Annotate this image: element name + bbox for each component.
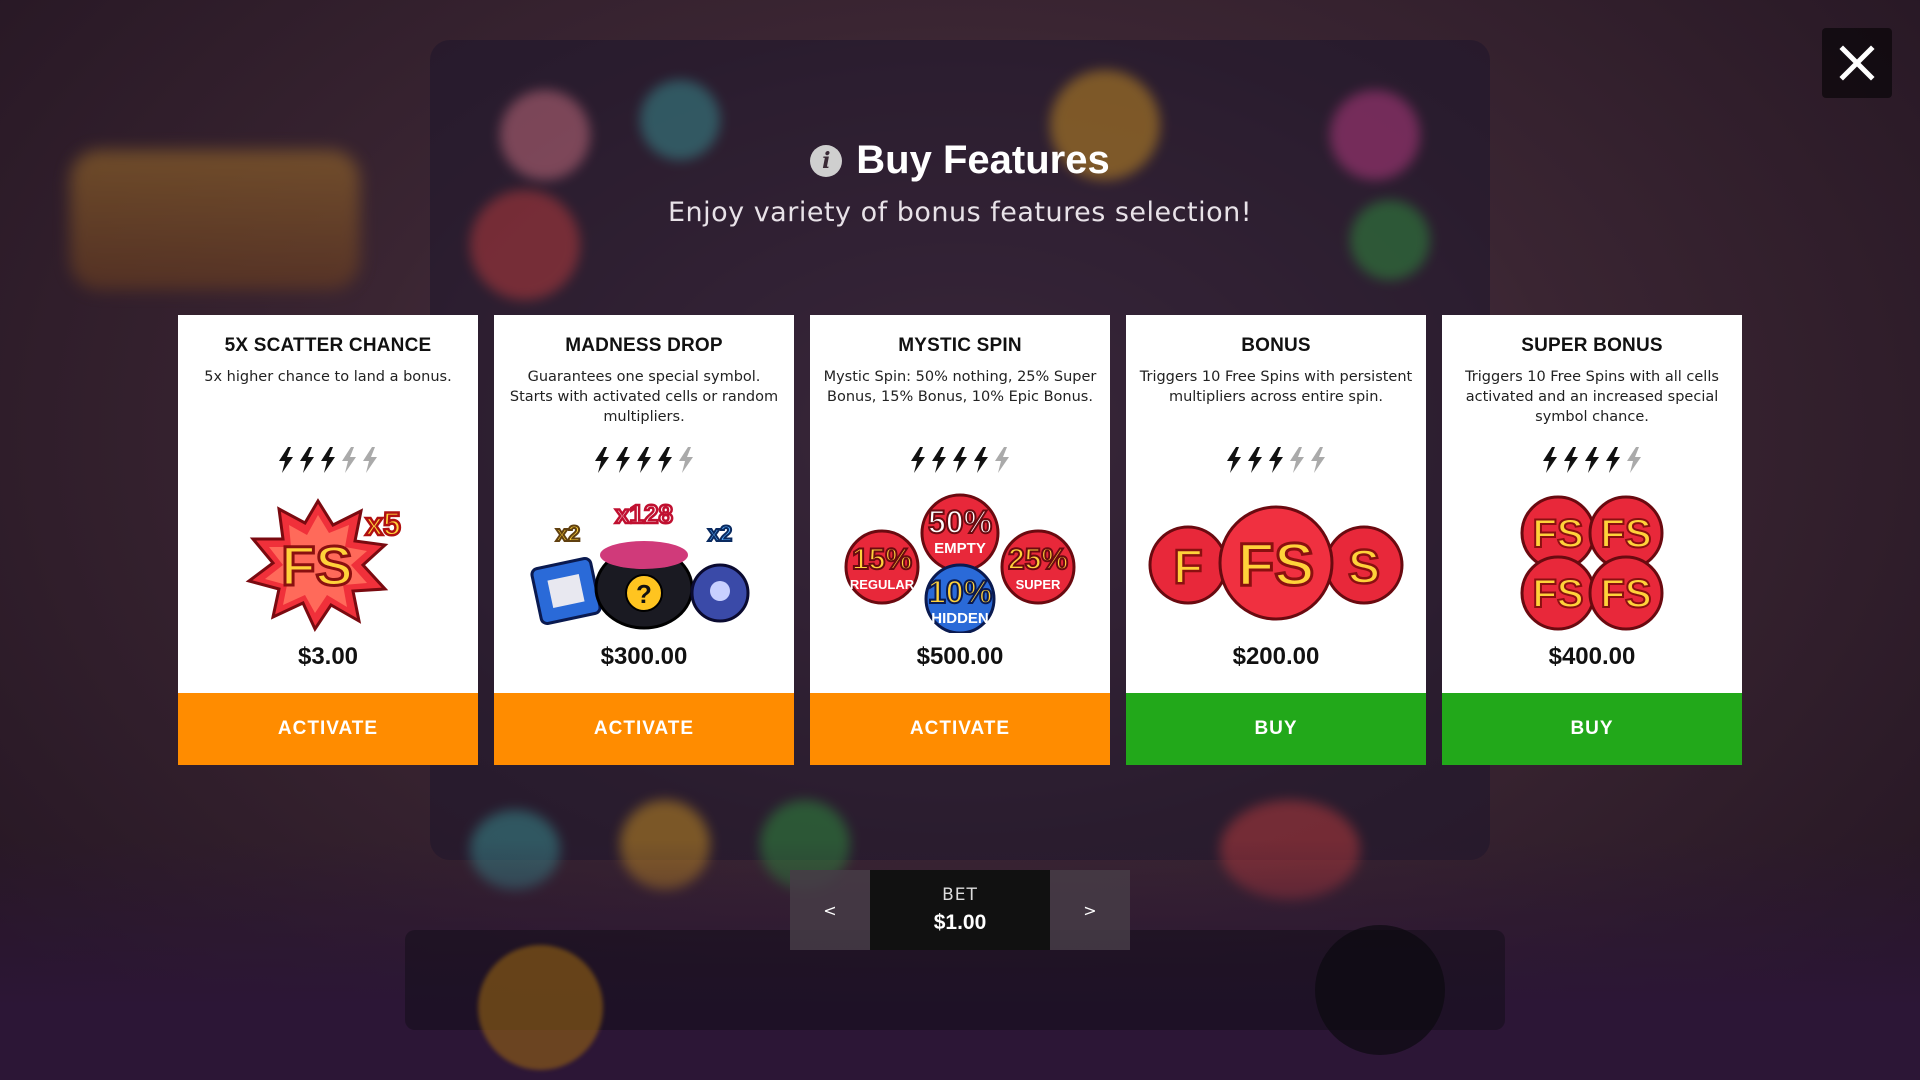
art-right-pct: 25%: [1008, 543, 1068, 576]
card-title: SUPER BONUS: [1521, 335, 1663, 356]
buy-button[interactable]: BUY: [1442, 693, 1742, 765]
lightning-bolt-icon-empty: [1290, 447, 1304, 473]
lightning-bolt-icon-filled: [637, 447, 651, 473]
info-icon[interactable]: i: [810, 144, 843, 177]
bet-increase-button[interactable]: >: [1050, 870, 1130, 950]
art-right-text: S: [1348, 541, 1380, 594]
art-badge-top: x128: [615, 499, 673, 529]
close-button[interactable]: [1822, 28, 1892, 98]
feature-art-super-bonus: FS FS FS FS: [1442, 493, 1742, 633]
feature-card-super-bonus: SUPER BONUS Triggers 10 Free Spins with …: [1442, 315, 1742, 765]
card-title: BONUS: [1241, 335, 1311, 356]
lightning-bolt-icon-filled: [1564, 447, 1578, 473]
lightning-bolt-icon-empty: [1311, 447, 1325, 473]
feature-card-mystic-spin: MYSTIC SPIN Mystic Spin: 50% nothing, 25…: [810, 315, 1110, 765]
lightning-bolt-icon-empty: [679, 447, 693, 473]
volatility-rating: [190, 447, 466, 473]
feature-card-5x-scatter-chance: 5X SCATTER CHANCE 5x higher chance to la…: [178, 315, 478, 765]
volatility-rating: [506, 447, 782, 473]
art-right-label: SUPER: [1016, 577, 1061, 592]
lightning-bolt-icon-filled: [932, 447, 946, 473]
buy-button[interactable]: BUY: [1126, 693, 1426, 765]
art-left-label: REGULAR: [850, 577, 915, 592]
lightning-bolt-icon-filled: [911, 447, 925, 473]
card-description: Triggers 10 Free Spins with persistent m…: [1139, 369, 1413, 405]
lightning-bolt-icon-empty: [342, 447, 356, 473]
lightning-bolt-icon-filled: [1248, 447, 1262, 473]
lightning-bolt-icon-filled: [279, 447, 293, 473]
card-title: 5X SCATTER CHANCE: [224, 335, 432, 356]
art-tile-text: FS: [1532, 572, 1583, 616]
card-description: Guarantees one special symbol. Starts wi…: [509, 369, 779, 425]
lightning-bolt-icon-filled: [974, 447, 988, 473]
lightning-bolt-icon-filled: [1269, 447, 1283, 473]
art-main-text: FS: [281, 534, 353, 597]
modal-header: i Buy Features Enjoy variety of bonus fe…: [0, 138, 1920, 228]
art-tile-text: FS: [1600, 572, 1651, 616]
feature-card-bonus: BONUS Triggers 10 Free Spins with persis…: [1126, 315, 1426, 765]
art-top-pct: 50%: [928, 504, 992, 540]
card-price: $300.00: [600, 643, 688, 670]
bet-display: BET $1.00: [870, 870, 1050, 950]
bet-label: BET: [942, 885, 978, 905]
volatility-rating: [1138, 447, 1414, 473]
lightning-bolt-icon-empty: [363, 447, 377, 473]
art-left-pct: 15%: [852, 543, 912, 576]
card-title: MYSTIC SPIN: [898, 335, 1022, 356]
activate-button[interactable]: ACTIVATE: [810, 693, 1110, 765]
art-top-label: EMPTY: [934, 540, 986, 557]
lightning-bolt-icon-filled: [1606, 447, 1620, 473]
card-description: Mystic Spin: 50% nothing, 25% Super Bonu…: [823, 369, 1097, 405]
feature-art-mystic-spin: 15% REGULAR 50% EMPTY 25% SUPER 10% HIDD…: [810, 493, 1110, 633]
feature-art-madness-drop: ? x128 x2 x2: [494, 493, 794, 633]
activate-button[interactable]: ACTIVATE: [494, 693, 794, 765]
lightning-bolt-icon-filled: [321, 447, 335, 473]
art-badge-left: x2: [556, 521, 580, 546]
spin-button-blurred: [1315, 925, 1445, 1055]
lightning-bolt-icon-filled: [1227, 447, 1241, 473]
card-title: MADNESS DROP: [565, 335, 723, 356]
art-left-text: F: [1173, 541, 1202, 594]
lightning-bolt-icon-filled: [616, 447, 630, 473]
lightning-bolt-icon-filled: [595, 447, 609, 473]
art-badge-right: x2: [708, 521, 732, 546]
card-price: $3.00: [297, 643, 359, 670]
buy-feature-coin-blurred: [478, 945, 603, 1070]
lightning-bolt-icon-filled: [658, 447, 672, 473]
lightning-bolt-icon-filled: [953, 447, 967, 473]
card-description: 5x higher chance to land a bonus.: [204, 369, 452, 385]
art-center-text: ?: [636, 579, 652, 609]
art-tile-text: FS: [1532, 512, 1583, 556]
activate-button[interactable]: ACTIVATE: [178, 693, 478, 765]
card-description: Triggers 10 Free Spins with all cells ac…: [1465, 369, 1719, 425]
art-bottom-label: HIDDEN: [931, 610, 989, 627]
page-title: Buy Features: [856, 138, 1110, 182]
feature-art-fs-x5: FS x5: [178, 493, 478, 633]
bet-value: $1.00: [933, 911, 987, 934]
lightning-bolt-icon-empty: [1627, 447, 1641, 473]
card-price: $500.00: [916, 643, 1004, 670]
lightning-bolt-icon-filled: [300, 447, 314, 473]
feature-art-bonus: F FS S: [1126, 493, 1426, 633]
page-subtitle: Enjoy variety of bonus features selectio…: [667, 197, 1253, 228]
card-price: $200.00: [1232, 643, 1320, 670]
lightning-bolt-icon-filled: [1543, 447, 1557, 473]
bet-selector: < BET $1.00 >: [790, 870, 1130, 950]
close-icon: [1839, 45, 1875, 81]
lightning-bolt-icon-empty: [995, 447, 1009, 473]
feature-card-madness-drop: MADNESS DROP Guarantees one special symb…: [494, 315, 794, 765]
art-bottom-pct: 10%: [928, 574, 992, 610]
volatility-rating: [822, 447, 1098, 473]
art-tile-text: FS: [1600, 512, 1651, 556]
art-badge-text: x5: [365, 506, 401, 542]
lightning-bolt-icon-filled: [1585, 447, 1599, 473]
volatility-rating: [1454, 447, 1730, 473]
art-main-text: FS: [1238, 531, 1315, 598]
feature-cards: 5X SCATTER CHANCE 5x higher chance to la…: [178, 315, 1742, 765]
card-price: $400.00: [1548, 643, 1636, 670]
bet-decrease-button[interactable]: <: [790, 870, 870, 950]
